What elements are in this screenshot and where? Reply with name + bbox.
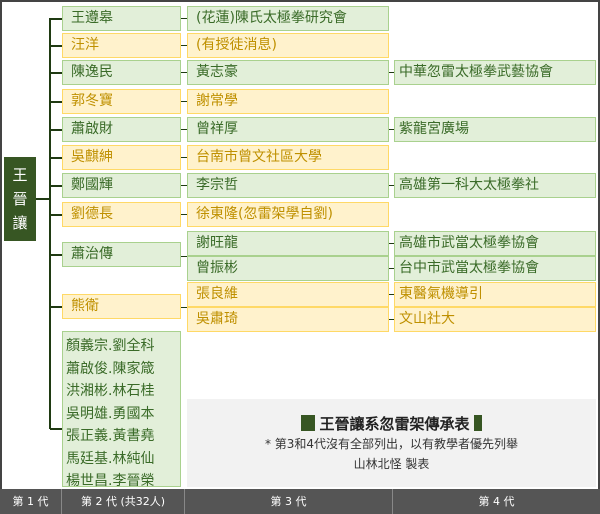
gen2-node: 郭冬寶 bbox=[62, 89, 181, 114]
gen3-node: 黃志豪 bbox=[187, 60, 389, 85]
square-icon bbox=[301, 415, 316, 431]
connector bbox=[389, 294, 394, 295]
gen2-node: 汪洋 bbox=[62, 33, 181, 58]
gen4-node: 紫龍宮廣場 bbox=[394, 117, 596, 142]
connector bbox=[50, 185, 62, 187]
gen3-node: 謝常學 bbox=[187, 89, 389, 114]
gen3-node: (花蓮)陳氏太極拳研究會 bbox=[187, 6, 389, 31]
gen2-node: 蕭啟財 bbox=[62, 117, 181, 142]
connector bbox=[50, 18, 62, 20]
connector bbox=[50, 72, 62, 74]
root-char: 讓 bbox=[12, 214, 28, 232]
author: 山林北怪 製表 bbox=[353, 457, 430, 471]
chart-title: 王晉讓系忽雷架傳承表 bbox=[319, 415, 470, 433]
disciple-pair: 蕭啟俊.陳家箴 bbox=[66, 360, 155, 377]
connector bbox=[50, 101, 62, 103]
connector bbox=[50, 254, 62, 256]
trunk-line bbox=[49, 18, 51, 429]
gen2-node: 吳麒紳 bbox=[62, 145, 181, 170]
gen4-node: 文山社大 bbox=[394, 307, 596, 332]
gen3-node: 曾振彬 bbox=[187, 256, 389, 281]
root-char: 晉 bbox=[12, 190, 28, 208]
generation-footer: 第 1 代 第 2 代 (共32人) 第 3 代 第 4 代 bbox=[0, 489, 600, 514]
gen2-node: 王遵皋 bbox=[62, 6, 181, 31]
gen3-node: 吳肅琦 bbox=[187, 307, 389, 332]
connector bbox=[36, 198, 50, 200]
gen4-node: 高雄第一科大太極拳社 bbox=[394, 173, 596, 198]
gen2-node: 陳逸民 bbox=[62, 60, 181, 85]
gen-label: 第 4 代 bbox=[478, 495, 515, 508]
gen4-node: 中華忽雷太極拳武藝協會 bbox=[394, 60, 596, 85]
root-char: 王 bbox=[12, 166, 28, 184]
connector bbox=[181, 307, 187, 308]
root-master: 王 晉 讓 bbox=[4, 157, 36, 241]
gen3-node: 張良維 bbox=[187, 282, 389, 307]
gen-label: 第 1 代 bbox=[0, 489, 62, 514]
disciple-pair: 馬廷基.林純仙 bbox=[66, 450, 155, 467]
gen2-xiong: 熊衛 bbox=[62, 294, 181, 319]
gen3-node: 李宗哲 bbox=[187, 173, 389, 198]
connector bbox=[50, 129, 62, 131]
gen3-node: 曾祥厚 bbox=[187, 117, 389, 142]
connector bbox=[50, 306, 62, 308]
gen4-node: 台中市武當太極拳協會 bbox=[394, 256, 596, 281]
gen3-node: (有授徒消息) bbox=[187, 33, 389, 58]
connector bbox=[50, 214, 62, 216]
gen3-node: 徐東隆(忽雷架學自劉) bbox=[187, 202, 389, 227]
connector bbox=[181, 256, 187, 257]
gen3-node: 台南市曾文社區大學 bbox=[187, 145, 389, 170]
connector bbox=[389, 268, 394, 269]
gen2-xiao: 蕭治傳 bbox=[62, 242, 181, 267]
connector bbox=[50, 45, 62, 47]
disciple-pair: 吳明雄.勇國本 bbox=[66, 405, 155, 422]
connector bbox=[50, 157, 62, 159]
gen3-node: 謝旺龍 bbox=[187, 231, 389, 256]
gen-label: 第 2 代 (共32人) bbox=[62, 489, 185, 514]
disciple-pair: 洪湘彬.林石桂 bbox=[66, 383, 155, 399]
connector bbox=[389, 319, 394, 320]
other-disciples-list: 顏義宗.劉全科 蕭啟俊.陳家箴 洪湘彬.林石桂 吳明雄.勇國本 張正義.黃書堯 馬廷基.林… bbox=[62, 331, 181, 489]
connector bbox=[389, 243, 394, 244]
gen4-node: 東醫氣機導引 bbox=[394, 282, 596, 307]
disciple-pair: 張正義.黃書堯 bbox=[66, 428, 155, 444]
remark: * 第3和4代沒有全部列出，以有教學者優先列舉 bbox=[264, 437, 519, 451]
gen2-node: 鄭國輝 bbox=[62, 173, 181, 198]
gen2-node: 劉德長 bbox=[62, 202, 181, 227]
title-panel: 王晉讓系忽雷架傳承表 * 第3和4代沒有全部列出，以有教學者優先列舉 山林北怪 … bbox=[187, 399, 596, 487]
gen-label: 第 3 代 bbox=[185, 489, 393, 514]
disciple-pair: 顏義宗.劉全科 bbox=[66, 338, 155, 354]
connector bbox=[50, 428, 62, 430]
gen4-node: 高雄市武當太極拳協會 bbox=[394, 231, 596, 256]
square-icon bbox=[473, 415, 482, 431]
